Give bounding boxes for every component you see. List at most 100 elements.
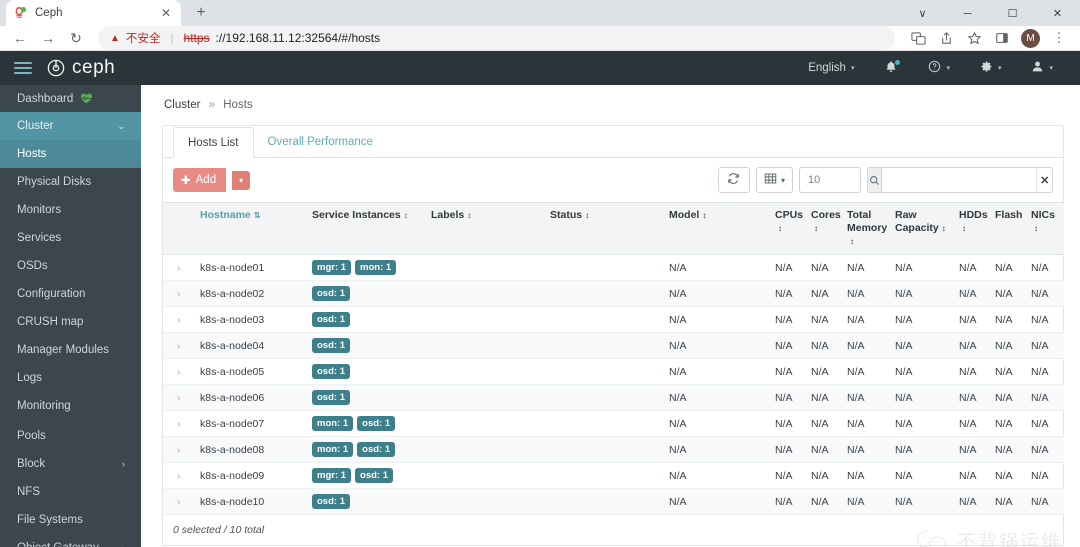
- sidebar-item-dashboard[interactable]: Dashboard: [0, 85, 141, 112]
- sidebar-item-logs[interactable]: Logs: [0, 364, 141, 392]
- breadcrumb-root[interactable]: Cluster: [164, 99, 200, 111]
- cell-model: N/A: [664, 462, 770, 489]
- search-box: ✕: [867, 167, 1053, 193]
- cell-flash: N/A: [990, 306, 1026, 333]
- help-menu[interactable]: ▾: [913, 51, 965, 85]
- notifications-button[interactable]: [869, 51, 913, 85]
- expand-row-icon[interactable]: ›: [163, 358, 195, 385]
- new-tab-button[interactable]: +: [188, 0, 214, 26]
- translate-icon[interactable]: [905, 26, 931, 50]
- th-service-instances[interactable]: Service Instances ↕: [307, 202, 426, 255]
- th-cpus[interactable]: CPUs ↕: [770, 202, 806, 255]
- expand-row-icon[interactable]: ›: [163, 280, 195, 307]
- share-icon[interactable]: [933, 26, 959, 50]
- sidebar-item-nfs[interactable]: NFS: [0, 478, 141, 506]
- table-row[interactable]: › k8s-a-node09 mgr: 1 osd: 1 N/A N/A N/A N/A N/A…: [163, 462, 1064, 489]
- tab-hosts-list[interactable]: Hosts List: [173, 127, 254, 158]
- cell-model: N/A: [664, 358, 770, 385]
- table-row[interactable]: ›k8s-a-node01mgr: 1mon: 1osd: 1N/AN/AN/A…: [163, 254, 1064, 281]
- expand-row-icon[interactable]: ›: [163, 410, 195, 437]
- column-selector-button[interactable]: ▾: [755, 167, 793, 193]
- sidebar-item-monitoring[interactable]: Monitoring: [0, 392, 141, 420]
- table-row[interactable]: › k8s-a-node03 osd: 1 N/A N/A N/A N/A N/A N/A N/A…: [163, 306, 1064, 333]
- add-dropdown-button[interactable]: ▾: [232, 170, 251, 190]
- sidebar-item-physical-disks[interactable]: Physical Disks: [0, 168, 141, 196]
- star-icon[interactable]: [961, 26, 987, 50]
- browser-menu-icon[interactable]: ⋮: [1046, 26, 1072, 50]
- table-row[interactable]: › k8s-a-node08 mon: 1 osd: 1 N/A N/A N/A N/A N/A…: [163, 436, 1064, 463]
- sidebar-group-cluster[interactable]: Cluster ⌄: [0, 112, 141, 140]
- th-cores[interactable]: Cores ↕: [806, 202, 842, 255]
- table-row[interactable]: › k8s-a-node05 osd: 1 N/A N/A N/A N/A N/A N/A N/A…: [163, 358, 1064, 385]
- page-limit-input[interactable]: [799, 167, 861, 193]
- cell-hdds: N/A: [954, 410, 990, 437]
- user-menu[interactable]: ▾: [1016, 51, 1068, 85]
- th-hostname[interactable]: Hostname ⇅: [195, 202, 307, 255]
- browser-tab[interactable]: Ceph ✕: [6, 0, 181, 26]
- side-panel-icon[interactable]: [989, 26, 1015, 50]
- sidebar-item-object-gateway[interactable]: Object Gateway ›: [0, 534, 141, 547]
- warning-triangle-icon: ▲: [110, 32, 120, 44]
- expand-row-icon[interactable]: ›: [163, 254, 195, 281]
- profile-avatar[interactable]: M: [1021, 28, 1040, 48]
- sidebar-item-manager-modules[interactable]: Manager Modules: [0, 336, 141, 364]
- expand-row-icon[interactable]: ›: [163, 462, 195, 489]
- table-row[interactable]: › k8s-a-node07 mon: 1 osd: 1 N/A N/A N/A N/A N/A…: [163, 410, 1064, 437]
- address-bar[interactable]: ▲ 不安全 | https://192.168.11.12:32564/#/ho…: [98, 26, 895, 50]
- expand-row-icon[interactable]: ›: [163, 332, 195, 359]
- th-flash[interactable]: Flash: [990, 202, 1026, 255]
- sidebar-item-pools[interactable]: Pools: [0, 422, 141, 450]
- service-badge: osd: 1: [357, 442, 396, 457]
- cell-hdds: N/A: [954, 384, 990, 411]
- th-status[interactable]: Status ↕: [545, 202, 664, 255]
- cell-nics: N/A: [1026, 462, 1064, 489]
- table-row[interactable]: › k8s-a-node02 osd: 1 N/A N/A N/A N/A N/A N/A N/A…: [163, 280, 1064, 307]
- sidebar-item-file-systems[interactable]: File Systems: [0, 506, 141, 534]
- cell-labels: [426, 410, 545, 437]
- close-tab-icon[interactable]: ✕: [159, 6, 173, 20]
- th-hdds[interactable]: HDDs ↕: [954, 202, 990, 255]
- table-row[interactable]: › k8s-a-node04 osd: 1 N/A N/A N/A N/A N/A N/A N/A…: [163, 332, 1064, 359]
- th-total-memory[interactable]: Total Memory ↕: [842, 202, 890, 255]
- expand-row-icon[interactable]: ›: [163, 488, 195, 515]
- hamburger-menu-icon[interactable]: [14, 62, 32, 74]
- expand-row-icon[interactable]: ›: [163, 384, 195, 411]
- sidebar-item-monitors[interactable]: Monitors: [0, 196, 141, 224]
- language-selector[interactable]: English ▾: [793, 51, 869, 85]
- sidebar-item-crush-map[interactable]: CRUSH map: [0, 308, 141, 336]
- th-raw-capacity[interactable]: Raw Capacity ↕: [890, 202, 954, 255]
- cell-labels: [426, 306, 545, 333]
- settings-menu[interactable]: ▾: [965, 51, 1017, 85]
- search-input[interactable]: [882, 168, 1037, 192]
- table-row[interactable]: › k8s-a-node10 osd: 1 N/A N/A N/A N/A N/A N/A N/A…: [163, 488, 1064, 515]
- back-icon[interactable]: ←: [8, 26, 32, 50]
- sort-icon: ↕: [702, 211, 707, 220]
- column-label: Cores: [811, 209, 841, 221]
- clear-search-icon[interactable]: ✕: [1036, 168, 1052, 192]
- sidebar-item-block[interactable]: Block ›: [0, 450, 141, 478]
- close-window-button[interactable]: ✕: [1035, 0, 1080, 27]
- ceph-brand[interactable]: ceph: [46, 57, 115, 79]
- expand-row-icon[interactable]: ›: [163, 306, 195, 333]
- sidebar-item-osds[interactable]: OSDs: [0, 252, 141, 280]
- forward-icon[interactable]: →: [36, 26, 60, 50]
- chevron-down-icon: ▾: [850, 65, 855, 72]
- th-labels[interactable]: Labels ↕: [426, 202, 545, 255]
- table-row[interactable]: › k8s-a-node06 osd: 1 N/A N/A N/A N/A N/A N/A N/A…: [163, 384, 1064, 411]
- add-host-button[interactable]: ✚ Add: [173, 168, 227, 192]
- tab-search-dropdown-button[interactable]: ∨: [900, 0, 945, 27]
- cell-status: [545, 358, 664, 385]
- th-model[interactable]: Model ↕: [664, 202, 770, 255]
- maximize-window-button[interactable]: ☐: [990, 0, 1035, 27]
- refresh-button[interactable]: [717, 167, 750, 193]
- sidebar-item-label: Services: [17, 232, 62, 244]
- minimize-window-button[interactable]: ─: [945, 0, 990, 27]
- tab-overall-performance[interactable]: Overall Performance: [254, 127, 387, 158]
- sidebar-item-hosts[interactable]: Hosts: [0, 140, 141, 168]
- sidebar-item-configuration[interactable]: Configuration: [0, 280, 141, 308]
- reload-icon[interactable]: ↻: [64, 26, 88, 50]
- cell-cores: N/A: [806, 462, 842, 489]
- sidebar-item-services[interactable]: Services: [0, 224, 141, 252]
- th-nics[interactable]: NICs ↕: [1026, 202, 1064, 255]
- expand-row-icon[interactable]: ›: [163, 436, 195, 463]
